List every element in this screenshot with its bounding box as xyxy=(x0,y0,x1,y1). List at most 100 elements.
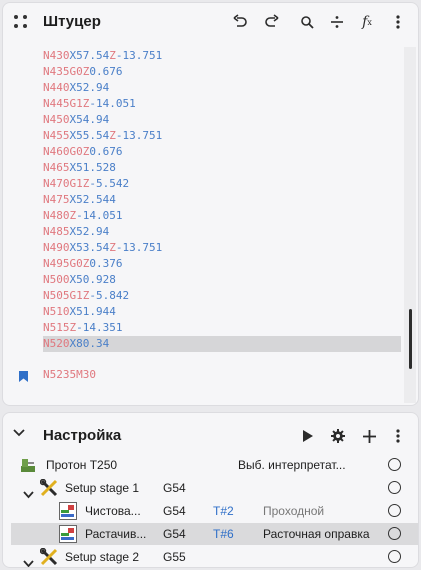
setup-stage-row[interactable]: Setup stage 2 G55 xyxy=(3,546,418,567)
code-value: X52.544 xyxy=(69,193,116,206)
code-line[interactable]: N490X53.54Z-13.751 xyxy=(43,240,401,256)
operation-radio[interactable] xyxy=(388,504,401,517)
code-line[interactable]: N450X54.94 xyxy=(43,112,401,128)
operation-cs: G54 xyxy=(163,527,186,541)
function-icon[interactable]: fx xyxy=(356,11,378,33)
code-value: -5.542 xyxy=(89,177,130,190)
search-icon[interactable] xyxy=(296,11,318,33)
code-value: X50.928 xyxy=(69,273,116,286)
operation-row[interactable]: Чистова... G54 T#2 Проходной xyxy=(3,500,418,522)
code-word: N450 xyxy=(43,113,70,126)
code-line[interactable]: N430X57.54Z-13.751 xyxy=(43,48,401,64)
code-value: X57.54 xyxy=(69,49,110,62)
code-line[interactable]: N500X50.928 xyxy=(43,272,401,288)
code-word: N475 xyxy=(43,193,70,206)
setup-stage-radio[interactable] xyxy=(388,550,401,563)
code-word: N460 xyxy=(43,145,70,158)
setup-stage-radio[interactable] xyxy=(388,481,401,494)
setup-tools-icon xyxy=(39,547,58,567)
code-value: X51.528 xyxy=(69,161,116,174)
code-value: X55.54 xyxy=(69,129,110,142)
operation-tool-name: Расточная оправка xyxy=(263,527,370,541)
code-line[interactable]: N505G1Z-5.842 xyxy=(43,288,401,304)
nc-code-editor[interactable]: N430X57.54Z-13.751 N435G0Z0.676 N440X52.94… xyxy=(43,48,401,352)
code-line[interactable]: N480Z-14.051 xyxy=(43,208,401,224)
code-value: -14.051 xyxy=(76,209,123,222)
setup-panel-title: Настройка xyxy=(43,427,122,444)
code-line[interactable]: N495G0Z0.376 xyxy=(43,256,401,272)
code-word: G1 xyxy=(69,177,83,190)
code-value: -13.751 xyxy=(115,241,163,254)
undo-icon[interactable] xyxy=(229,11,251,33)
code-value: X52.94 xyxy=(69,81,110,94)
collapse-chevron-icon[interactable] xyxy=(12,426,26,440)
operation-tool-number[interactable]: T#2 xyxy=(213,500,234,522)
code-value: 0.376 xyxy=(89,257,123,270)
code-word: N445 xyxy=(43,97,70,110)
code-word: Z xyxy=(109,49,116,62)
drag-handle-icon[interactable] xyxy=(14,15,28,29)
code-word: Z xyxy=(109,241,116,254)
code-value: X54.94 xyxy=(69,113,110,126)
code-line[interactable]: N460G0Z0.676 xyxy=(43,144,401,160)
code-panel-header: Штуцер fx xyxy=(3,3,418,41)
code-word: N520 xyxy=(43,337,70,350)
code-line[interactable]: N440X52.94 xyxy=(43,80,401,96)
code-word: N5235 xyxy=(43,368,77,381)
setup-stage-cs: G54 xyxy=(163,481,186,495)
redo-icon[interactable] xyxy=(261,11,283,33)
machine-name: Протон Т250 xyxy=(46,458,118,472)
code-value: -13.751 xyxy=(115,129,163,142)
code-line[interactable]: N465X51.528 xyxy=(43,160,401,176)
setup-stage-row[interactable]: Setup stage 1 G54 xyxy=(3,477,418,499)
play-icon[interactable] xyxy=(297,425,319,447)
machine-row[interactable]: Протон Т250 Выб. интерпретат... xyxy=(3,454,418,476)
program-end-line[interactable]: N5235M30 xyxy=(43,367,96,383)
code-line[interactable]: N455X55.54Z-13.751 xyxy=(43,128,401,144)
code-value: -14.051 xyxy=(89,97,136,110)
code-word: N465 xyxy=(43,161,70,174)
code-value: X52.94 xyxy=(69,225,110,238)
code-value: -5.842 xyxy=(89,289,130,302)
operation-row-selected[interactable]: Растачив... G54 T#6 Расточная оправка xyxy=(11,523,418,545)
code-word: N510 xyxy=(43,305,70,318)
code-line[interactable]: N475X52.544 xyxy=(43,192,401,208)
code-word: N505 xyxy=(43,289,70,302)
code-word: G0 xyxy=(69,145,83,158)
code-scrollbar-thumb[interactable] xyxy=(409,309,412,369)
code-word: N485 xyxy=(43,225,70,238)
code-value: 0.676 xyxy=(89,145,123,158)
code-line[interactable]: N515Z-14.351 xyxy=(43,320,401,336)
more-menu-icon[interactable] xyxy=(387,425,409,447)
operation-name: Чистова... xyxy=(85,504,141,518)
code-word: N470 xyxy=(43,177,70,190)
code-line[interactable]: N435G0Z0.676 xyxy=(43,64,401,80)
nc-code-panel: Штуцер fx N430X57.54Z-13.751 N435G0Z0.676… xyxy=(2,2,419,406)
code-word: N430 xyxy=(43,49,70,62)
expand-chevron-icon[interactable] xyxy=(23,553,34,567)
code-value: X80.34 xyxy=(69,337,110,350)
divide-icon[interactable] xyxy=(326,11,348,33)
settings-gear-icon[interactable] xyxy=(327,425,349,447)
code-line-selected[interactable]: N520X80.34 xyxy=(43,336,401,352)
more-menu-icon[interactable] xyxy=(387,11,409,33)
code-value: -14.351 xyxy=(76,321,123,334)
code-line[interactable]: N510X51.944 xyxy=(43,304,401,320)
code-line[interactable]: N445G1Z-14.051 xyxy=(43,96,401,112)
code-word: N500 xyxy=(43,273,70,286)
code-word: N495 xyxy=(43,257,70,270)
code-word: N455 xyxy=(43,129,70,142)
code-word: N515 xyxy=(43,321,70,334)
code-value: -13.751 xyxy=(115,49,163,62)
operation-tool-number[interactable]: T#6 xyxy=(213,523,234,545)
code-line[interactable]: N470G1Z-5.542 xyxy=(43,176,401,192)
code-word: N490 xyxy=(43,241,70,254)
code-line[interactable]: N485X52.94 xyxy=(43,224,401,240)
bookmark-icon[interactable] xyxy=(19,369,28,387)
operation-radio[interactable] xyxy=(388,527,401,540)
code-word: G1 xyxy=(69,289,83,302)
machine-radio[interactable] xyxy=(388,458,401,471)
code-word: M30 xyxy=(76,368,96,381)
add-icon[interactable] xyxy=(358,425,380,447)
interpreter-select[interactable]: Выб. интерпретат... xyxy=(238,454,346,476)
